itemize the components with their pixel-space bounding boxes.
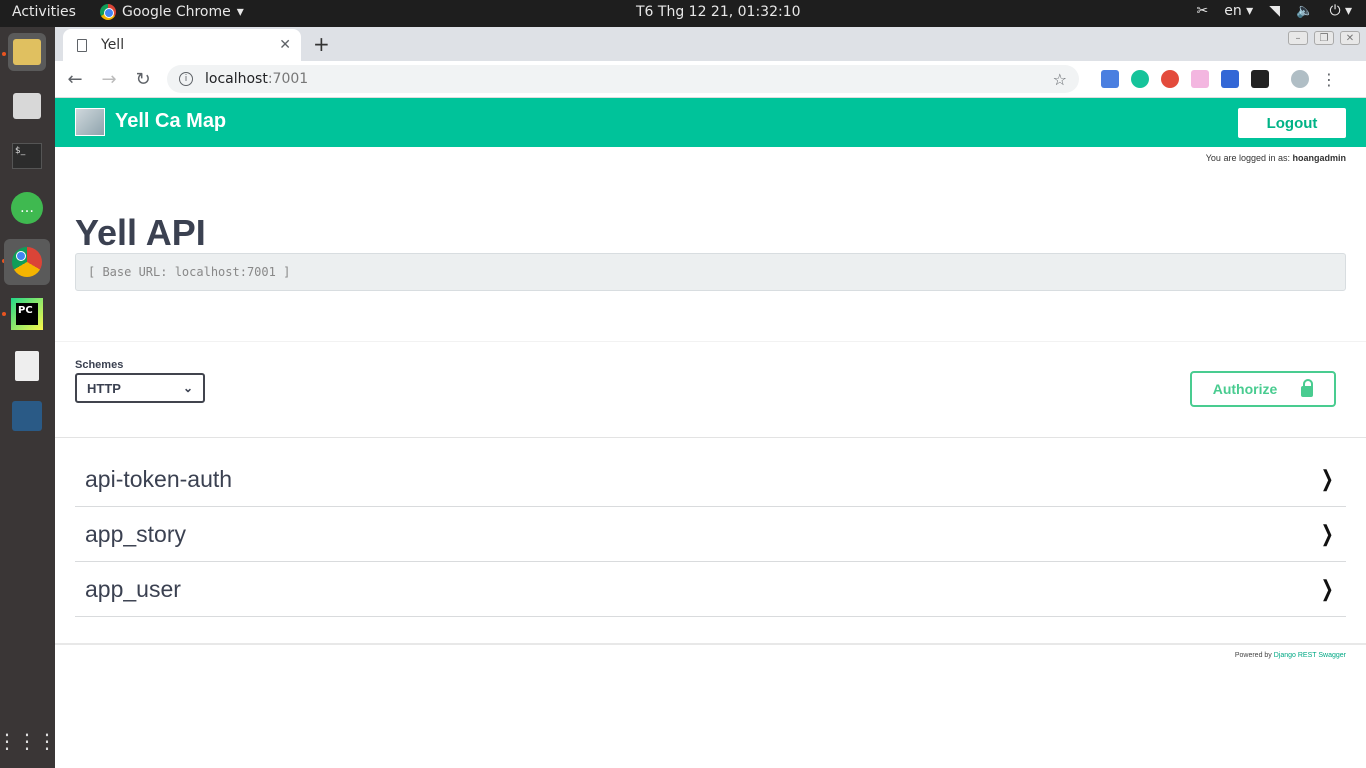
wifi-icon: ◥ bbox=[1269, 3, 1280, 19]
login-username: hoangadmin bbox=[1292, 153, 1347, 163]
endpoint-tag-list: api-token-auth ❯ app_story ❯ app_user ❯ bbox=[75, 452, 1346, 617]
language-indicator[interactable]: en ▾ bbox=[1224, 3, 1253, 19]
footer-link[interactable]: Django REST Swagger bbox=[1274, 652, 1346, 659]
text-editor-icon[interactable] bbox=[8, 347, 46, 385]
footer: Powered by Django REST Swagger bbox=[1235, 652, 1346, 659]
tab-title: Yell bbox=[101, 37, 125, 53]
chrome-dock-icon[interactable] bbox=[4, 239, 50, 285]
footer-divider bbox=[55, 643, 1366, 645]
chrome-icon bbox=[100, 4, 116, 20]
url-port: :7001 bbox=[267, 71, 309, 87]
browser-toolbar: ← → ↻ i localhost:7001 ☆ ⋮ bbox=[55, 61, 1366, 98]
forward-button[interactable]: → bbox=[99, 69, 119, 90]
profile-avatar[interactable] bbox=[1291, 70, 1309, 88]
chevron-right-icon: ❯ bbox=[1320, 576, 1334, 601]
authorize-button[interactable]: Authorize bbox=[1190, 371, 1336, 407]
lock-icon bbox=[1301, 378, 1314, 397]
swagger-page: Yell Ca Map Logout You are logged in as:… bbox=[55, 98, 1366, 768]
chevron-right-icon: ❯ bbox=[1320, 466, 1334, 491]
running-indicator bbox=[2, 52, 6, 56]
api-title: Yell API bbox=[75, 212, 206, 253]
bookmark-star-icon[interactable]: ☆ bbox=[1053, 70, 1067, 89]
base-url-box: [ Base URL: localhost:7001 ] bbox=[75, 253, 1346, 291]
browser-window: Yell ✕ + – ❐ ✕ ← → ↻ i localhost:7001 ☆ … bbox=[55, 27, 1366, 768]
volume-icon: 🔈 bbox=[1296, 3, 1314, 19]
page-icon bbox=[77, 38, 87, 52]
system-tray[interactable]: ✂ en ▾ ◥ 🔈 ⏻ ▾ bbox=[1197, 3, 1353, 19]
address-bar[interactable]: i localhost:7001 ☆ bbox=[167, 65, 1079, 93]
authorize-label: Authorize bbox=[1212, 381, 1278, 397]
tag-app-user[interactable]: app_user ❯ bbox=[75, 562, 1346, 617]
minimize-button[interactable]: – bbox=[1288, 31, 1308, 45]
terminal-icon[interactable]: $_ bbox=[8, 137, 46, 175]
tools-icon[interactable]: ✂ bbox=[1197, 3, 1209, 19]
brand-title[interactable]: Yell Ca Map bbox=[115, 110, 226, 133]
window-controls: – ❐ ✕ bbox=[1288, 31, 1360, 45]
browser-tab[interactable]: Yell ✕ bbox=[63, 29, 301, 61]
tag-api-token-auth[interactable]: api-token-auth ❯ bbox=[75, 452, 1346, 507]
extensions: ⋮ bbox=[1101, 70, 1337, 89]
app-menu[interactable]: Google Chrome ▾ bbox=[100, 4, 244, 20]
unicorn-extension-icon[interactable] bbox=[1191, 70, 1209, 88]
info-icon[interactable]: i bbox=[179, 72, 193, 86]
maximize-button[interactable]: ❐ bbox=[1314, 31, 1334, 45]
clock[interactable]: T6 Thg 12 21, 01:32:10 bbox=[636, 4, 801, 20]
power-icon: ⏻ ▾ bbox=[1329, 3, 1352, 19]
schemes-selected-value: HTTP bbox=[87, 380, 121, 396]
pycharm-icon[interactable]: PC bbox=[8, 295, 46, 333]
tag-label: app_user bbox=[85, 575, 181, 602]
reload-button[interactable]: ↻ bbox=[133, 69, 153, 90]
tab-strip: Yell ✕ + – ❐ ✕ bbox=[55, 27, 1366, 61]
activities-button[interactable]: Activities bbox=[12, 4, 76, 20]
tag-label: api-token-auth bbox=[85, 465, 233, 492]
site-header: Yell Ca Map Logout bbox=[55, 98, 1366, 147]
url-host: localhost bbox=[205, 71, 268, 87]
app-menu-label: Google Chrome bbox=[122, 4, 231, 20]
database-workbench-icon[interactable] bbox=[8, 397, 46, 435]
logout-button[interactable]: Logout bbox=[1238, 108, 1346, 138]
back-button[interactable]: ← bbox=[65, 69, 85, 90]
language-label: en bbox=[1224, 3, 1242, 19]
files-icon[interactable] bbox=[8, 33, 46, 71]
santa-extension-icon[interactable] bbox=[1161, 70, 1179, 88]
close-window-button[interactable]: ✕ bbox=[1340, 31, 1360, 45]
close-icon[interactable]: ✕ bbox=[279, 37, 291, 53]
menu-kebab-icon[interactable]: ⋮ bbox=[1321, 70, 1337, 89]
chevron-right-icon: ❯ bbox=[1320, 521, 1334, 546]
show-apps-icon[interactable]: ⋮⋮⋮ bbox=[0, 722, 57, 760]
login-status: You are logged in as: hoangadmin bbox=[1206, 153, 1346, 163]
login-status-prefix: You are logged in as: bbox=[1205, 153, 1290, 163]
dock: $_ … PC ⋮⋮⋮ bbox=[0, 27, 57, 768]
chat-icon[interactable]: … bbox=[8, 189, 46, 227]
software-icon[interactable] bbox=[8, 87, 46, 125]
schemes-label: Schemes bbox=[75, 359, 124, 371]
system-top-bar: Activities Google Chrome ▾ T6 Thg 12 21,… bbox=[0, 0, 1366, 27]
tag-label: app_story bbox=[85, 520, 187, 547]
schemes-section: Schemes HTTP ⌄ Authorize bbox=[55, 341, 1366, 438]
tag-app-story[interactable]: app_story ❯ bbox=[75, 507, 1346, 562]
chevron-down-icon: ⌄ bbox=[182, 381, 193, 395]
running-indicator bbox=[2, 312, 6, 316]
react-devtools-extension-icon[interactable] bbox=[1251, 70, 1269, 88]
brand-avatar bbox=[75, 108, 105, 136]
grammarly-extension-icon[interactable] bbox=[1131, 70, 1149, 88]
new-tab-button[interactable]: + bbox=[313, 32, 330, 56]
chevron-down-icon: ▾ bbox=[236, 4, 244, 20]
schemes-select[interactable]: HTTP ⌄ bbox=[75, 373, 205, 403]
pocket-extension-icon[interactable] bbox=[1221, 70, 1239, 88]
translate-extension-icon[interactable] bbox=[1101, 70, 1119, 88]
footer-prefix: Powered by bbox=[1234, 652, 1272, 659]
